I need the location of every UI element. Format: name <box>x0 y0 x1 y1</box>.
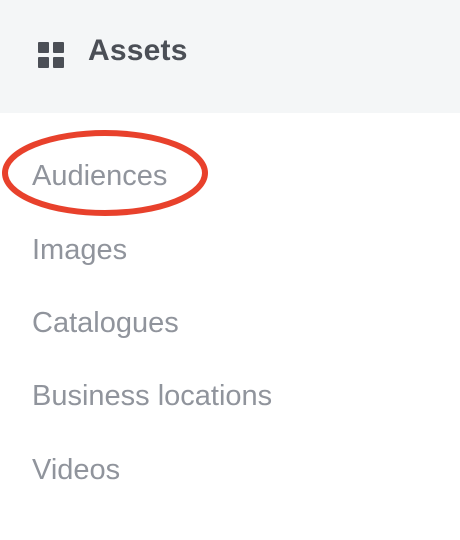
menu-item-videos[interactable]: Videos <box>32 454 120 487</box>
assets-header: Assets <box>0 0 460 113</box>
grid-icon-cell <box>53 42 64 53</box>
assets-panel: Assets Audiences Images Catalogues Busin… <box>0 0 460 540</box>
grid-icon-cell <box>38 57 49 68</box>
grid-icon <box>38 42 64 68</box>
grid-icon-cell <box>53 57 64 68</box>
menu-item-catalogues[interactable]: Catalogues <box>32 307 179 340</box>
assets-title: Assets <box>88 34 188 67</box>
menu-item-images[interactable]: Images <box>32 234 127 267</box>
grid-icon-cell <box>38 42 49 53</box>
menu-item-audiences[interactable]: Audiences <box>32 160 167 193</box>
menu-item-business-locations[interactable]: Business locations <box>32 380 272 413</box>
